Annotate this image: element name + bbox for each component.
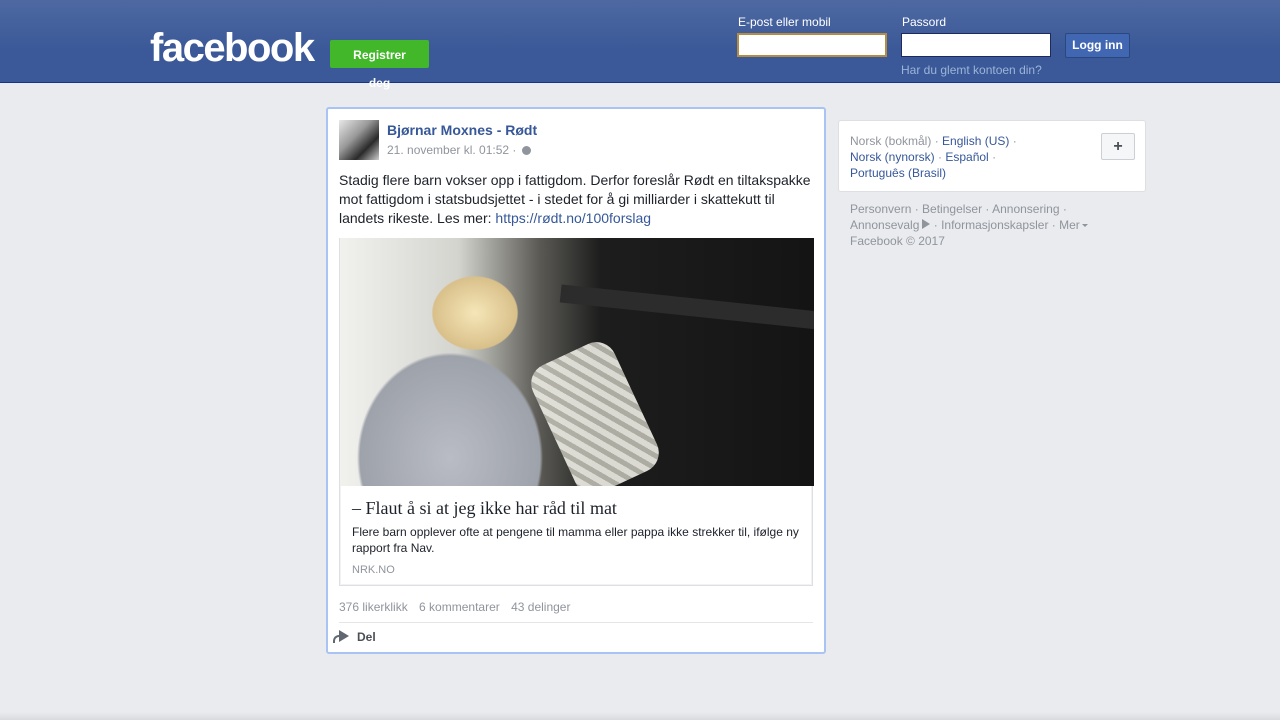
caret-down-icon: [1081, 224, 1088, 227]
comments-count[interactable]: 6 kommentarer: [419, 600, 500, 614]
register-button[interactable]: Registrer deg: [330, 40, 429, 90]
language-nynorsk[interactable]: Norsk (nynorsk): [850, 150, 935, 164]
post-author[interactable]: Bjørnar Moxnes - Rødt: [387, 122, 537, 138]
language-english[interactable]: English (US): [942, 134, 1009, 148]
link-preview-card[interactable]: – Flaut å si at jeg ikke har råd til mat…: [339, 238, 814, 586]
footer-terms[interactable]: Betingelser: [922, 202, 982, 216]
image-rope-detail: [524, 335, 666, 486]
language-current: Norsk (bokmål): [850, 134, 932, 148]
post-text: Stadig flere barn vokser opp i fattigdom…: [339, 171, 815, 228]
footer-adchoices[interactable]: Annonsevalg: [850, 218, 919, 232]
language-list: Norsk (bokmål) · English (US) · Norsk (n…: [850, 134, 1017, 180]
footer-advertising[interactable]: Annonsering: [992, 202, 1059, 216]
language-selector: Norsk (bokmål) · English (US) · Norsk (n…: [838, 120, 1146, 192]
post-card: Bjørnar Moxnes - Rødt 21. november kl. 0…: [326, 107, 826, 654]
footer-privacy[interactable]: Personvern: [850, 202, 911, 216]
footer-cookies[interactable]: Informasjonskapsler: [941, 218, 1048, 232]
post-stats: 376 likerklikk 6 kommentarer 43 delinger: [339, 600, 578, 614]
link-preview-title[interactable]: – Flaut å si at jeg ikke har råd til mat: [352, 498, 617, 519]
forgot-account-link[interactable]: Har du glemt kontoen din?: [901, 63, 1042, 77]
footer-more[interactable]: Mer: [1059, 218, 1080, 232]
share-button[interactable]: Del: [333, 630, 376, 644]
share-arrow-icon: [333, 630, 349, 643]
share-label: Del: [357, 630, 376, 644]
link-preview-description: Flere barn opplever ofte at pengene til …: [352, 525, 799, 555]
top-bar: facebook Registrer deg E-post eller mobi…: [0, 0, 1280, 90]
post-link[interactable]: https://rødt.no/100forslag: [495, 210, 651, 226]
link-preview-source: NRK.NO: [352, 564, 395, 576]
footer-links: Personvern · Betingelser · Annonsering ·…: [850, 201, 1110, 249]
language-portugues[interactable]: Português (Brasil): [850, 166, 946, 180]
login-button[interactable]: Logg inn: [1065, 33, 1130, 58]
footer-copyright: Facebook © 2017: [850, 234, 945, 248]
add-language-button[interactable]: +: [1101, 133, 1135, 160]
divider: [339, 622, 813, 623]
link-preview-image[interactable]: [340, 238, 814, 486]
avatar[interactable]: [339, 120, 379, 160]
shares-count[interactable]: 43 delinger: [511, 600, 570, 614]
password-field[interactable]: [901, 33, 1051, 57]
post-timestamp: 21. november kl. 01:52 ·: [387, 143, 531, 157]
image-plank-detail: [559, 284, 814, 330]
email-field[interactable]: [737, 33, 887, 57]
timestamp-text[interactable]: 21. november kl. 01:52 ·: [387, 143, 516, 157]
password-label: Passord: [902, 15, 947, 29]
bottom-shadow: [0, 712, 1280, 720]
adchoices-icon: [922, 219, 931, 229]
email-label: E-post eller mobil: [738, 15, 831, 29]
likes-count[interactable]: 376 likerklikk: [339, 600, 408, 614]
globe-icon: [521, 146, 531, 155]
facebook-logo[interactable]: facebook: [150, 26, 315, 70]
language-espanol[interactable]: Español: [945, 150, 988, 164]
